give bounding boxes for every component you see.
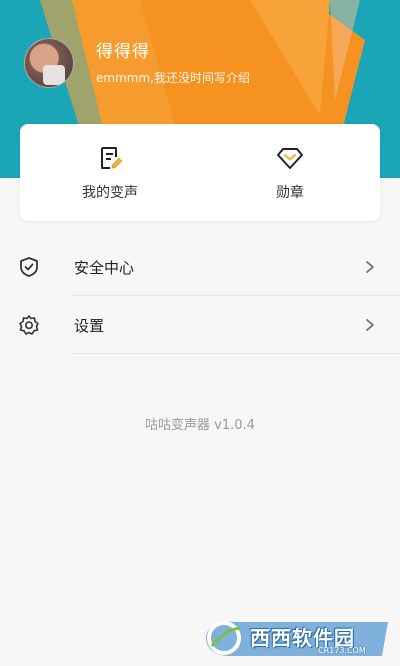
menu-item-label: 设置 <box>74 316 105 335</box>
divider <box>72 353 400 354</box>
my-voices-button[interactable]: 我的变声 <box>20 124 200 221</box>
medals-label: 勋章 <box>276 184 304 201</box>
settings-menu: 安全中心 设置 <box>0 238 400 354</box>
username: 得得得 <box>96 41 150 62</box>
watermark-logo: 西西软件园 CR173.COM <box>200 616 396 660</box>
watermark-subtext: CR173.COM <box>318 646 366 655</box>
avatar[interactable] <box>24 38 74 88</box>
app-version: 咕咕变声器 v1.0.4 <box>145 418 255 433</box>
gear-icon <box>19 315 39 335</box>
medals-button[interactable]: 勋章 <box>200 124 380 221</box>
document-edit-icon <box>101 146 123 169</box>
my-voices-label: 我的变声 <box>82 184 138 201</box>
shield-check-icon <box>20 257 38 277</box>
user-bio: emmmm,我还没时间写介绍 <box>96 70 250 85</box>
menu-item-security-center[interactable]: 安全中心 <box>0 238 400 296</box>
menu-item-label: 安全中心 <box>74 258 135 277</box>
chevron-right-icon <box>366 319 374 331</box>
menu-item-settings[interactable]: 设置 <box>0 296 400 354</box>
medal-icon <box>277 147 303 169</box>
chevron-right-icon <box>366 261 374 273</box>
profile-summary[interactable]: 得得得 emmmm,我还没时间写介绍 <box>24 38 250 88</box>
quick-actions-card: 我的变声 勋章 <box>20 124 380 221</box>
